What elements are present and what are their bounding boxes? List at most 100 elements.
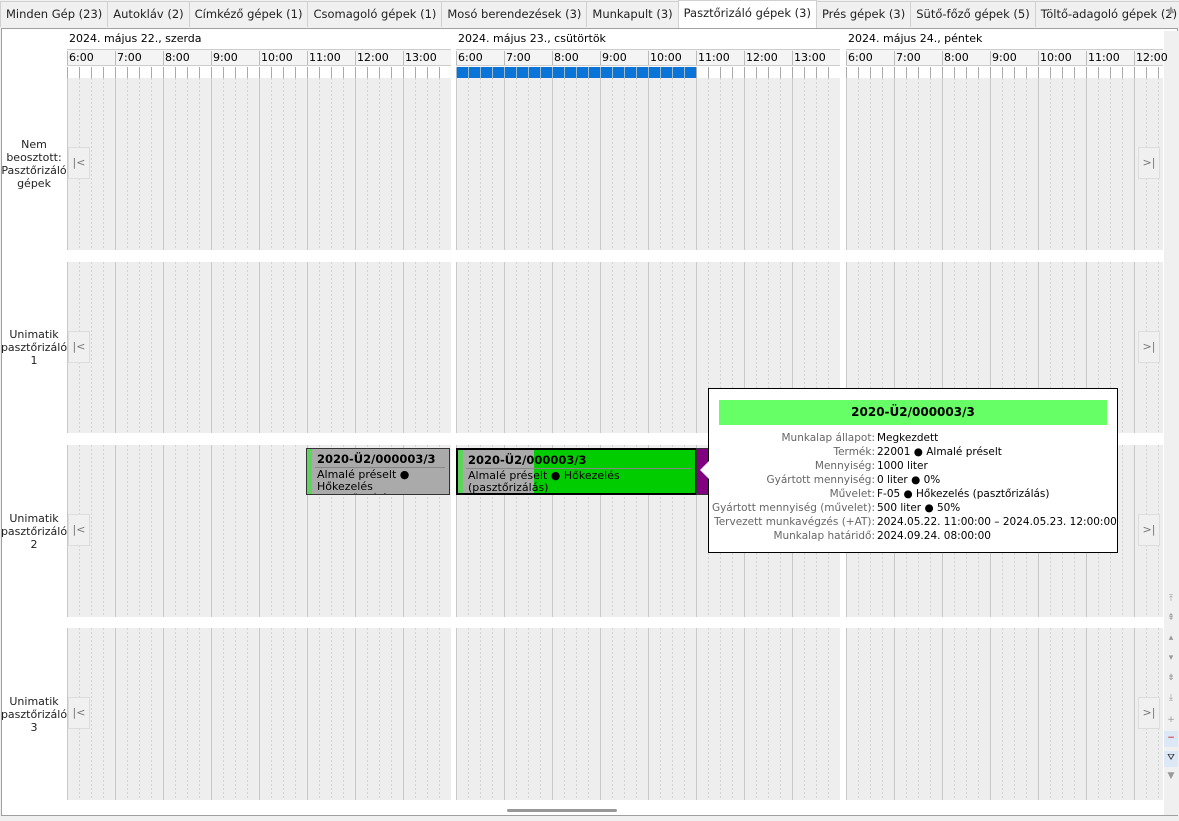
scroll-control-icon[interactable]: + [1164,713,1178,729]
hour-ruler: 6:00 7:00 8:00 9:00 10:00 11:00 12:00 13:00 [456,49,840,66]
day-lane[interactable] [846,78,1163,250]
day-date: 2024. május 23., csütörtök [458,32,606,45]
scroll-control-icon[interactable]: ▴ [1164,631,1178,647]
tooltip-row: Gyártott mennyiség (művelet): 500 liter ●… [709,501,1119,515]
task-description: Almalé préselt ● Hőkezelés (pasztőrizálá… [317,468,410,495]
resource-label: Unimatik pasztőrizáló 3 [0,694,68,734]
resource-row: Nem beosztott: Pasztőrizáló gépek |< >| [1,78,1163,250]
hour-label: 11:00 [1086,51,1120,65]
scroll-control-icon[interactable]: ⤒ [1164,592,1178,608]
tooltip-value: 2024.09.24. 08:00:00 [877,530,991,542]
tab-5[interactable]: Munkapult (3) [586,1,679,27]
tooltip-row: Munkalap állapot: Megkezdett [709,431,1119,445]
day-date: 2024. május 22., szerda [69,32,202,45]
day-lane[interactable] [67,262,451,433]
task-block[interactable]: 2020-Ü2/000003/3 Almalé préselt ● Hőkezel… [306,448,450,495]
hour-label: 7:00 [894,51,921,65]
task-block[interactable]: 2020-Ü2/000003/3 Almalé préselt ● Hőkezel… [456,448,697,495]
scroll-control-icon[interactable]: ▼ [1164,769,1178,785]
hour-label: 10:00 [1038,51,1072,65]
tooltip-key: Gyártott mennyiség: [766,474,875,486]
tooltip-row: Tervezett munkavégzés (+AT): 2024.05.22. … [709,515,1119,529]
tooltip-pointer [700,461,709,479]
tooltip-key: Tervezett munkavégzés (+AT): [714,516,875,528]
scroll-control-icon[interactable]: ⇟ [1164,671,1178,687]
tab-2[interactable]: Címkéző gépek (1) [188,1,309,27]
scroll-control-icon[interactable]: − [1164,731,1178,747]
tooltip-row: Mennyiség: 1000 liter [709,459,1119,473]
tooltip-key: Művelet: [829,488,875,500]
tooltip-key: Gyártott mennyiség (művelet): [711,502,875,514]
tooltip-value: 0 liter ● 0% [877,474,941,486]
hour-label: 11:00 [696,51,730,65]
tooltip-value: 1000 liter [877,460,928,472]
tooltip-key: Mennyiség: [814,460,875,472]
hour-label: 12:00 [1134,51,1168,65]
scroll-next-button[interactable]: >| [1138,697,1160,729]
resource-label: Unimatik pasztőrizáló 2 [0,511,68,551]
tooltip-title: 2020-Ü2/000003/3 [719,400,1107,425]
tooltip-key: Munkalap határidő: [773,530,875,542]
task-status-strip [307,449,312,494]
scroll-prev-button[interactable]: |< [68,697,90,729]
tooltip-value: 2024.05.22. 11:00:00 – 2024.05.23. 12:00… [877,516,1117,528]
hour-label: 7:00 [115,51,142,65]
tooltip-value: Megkezdett [877,432,939,444]
hour-label: 10:00 [648,51,682,65]
scroll-control-icon[interactable]: ▾ [1164,651,1178,667]
tab-7[interactable]: Prés gépek (3) [815,1,912,27]
hour-label: 12:00 [355,51,389,65]
tab-0[interactable]: Minden Gép (23) [0,1,109,27]
scroll-prev-button[interactable]: |< [68,330,90,363]
tab-8[interactable]: Sütő-főző gépek (5) [910,1,1036,27]
tooltip-value: F-05 ● Hőkezelés (pasztőrizálás) [877,488,1050,500]
hour-label: 11:00 [307,51,341,65]
resource-label: Nem beosztott: Pasztőrizáló gépek [1,138,67,190]
scroll-prev-button[interactable]: |< [68,147,90,179]
scroll-control-icon[interactable]: ⇞ [1164,611,1178,627]
scroll-control-icon[interactable]: ⛛ [1164,751,1178,767]
day-lane[interactable] [456,628,840,800]
tab-6[interactable]: Pasztőrizáló gépek (3) [677,0,817,28]
horizontal-scrollbar[interactable] [507,809,617,812]
tooltip-key: Munkalap állapot: [781,432,875,444]
hour-label: 13:00 [792,51,826,65]
hour-label: 8:00 [942,51,969,65]
scroll-control-icon[interactable]: ⤓ [1164,691,1178,707]
day-date: 2024. május 24., péntek [848,32,983,45]
hour-label: 8:00 [163,51,190,65]
hour-label: 6:00 [67,51,94,65]
scroll-next-button[interactable]: >| [1138,330,1160,363]
tab-4[interactable]: Mosó berendezések (3) [441,1,588,27]
day-lane[interactable] [456,78,840,250]
tab-3[interactable]: Csomagoló gépek (1) [307,1,443,27]
row-separator [2,250,1162,262]
hour-label: 8:00 [552,51,579,65]
vertical-scrollbar[interactable]: ▲ ⤒ ⇞ ▴ ▾ ⇟ ⤓ + − ⛛ ▼ [1164,5,1178,815]
task-description: Almalé préselt ● Hőkezelés (pasztőrizálá… [468,469,620,494]
day-lane[interactable] [67,78,451,250]
tab-9[interactable]: Töltő-adagoló gépek (2) [1034,1,1179,27]
hour-label: 13:00 [403,51,437,65]
day-lane[interactable] [67,628,451,800]
tooltip-value: 500 liter ● 50% [877,502,961,514]
scroll-prev-button[interactable]: |< [68,514,90,546]
scroll-control-icon[interactable]: ▲ [1164,3,1178,19]
hour-label: 10:00 [259,51,293,65]
hour-ruler: 6:00 7:00 8:00 9:00 10:00 11:00 12:00 13:00 [67,49,451,66]
hour-label: 12:00 [744,51,778,65]
hour-label: 9:00 [990,51,1017,65]
tooltip-value: 22001 ● Almalé préselt [877,446,1002,458]
scroll-next-button[interactable]: >| [1138,147,1160,179]
hour-label: 9:00 [600,51,627,65]
resource-label: Unimatik pasztőrizáló 1 [0,328,68,367]
task-status-strip [458,450,463,493]
resource-row: Unimatik pasztőrizáló 3 |< >| [0,628,1163,800]
task-tooltip: 2020-Ü2/000003/3 Munkalap állapot: Megkezd… [700,388,1119,553]
hour-label: 6:00 [846,51,873,65]
machine-group-tabs: Minden Gép (23) Autokláv (2) Címkéző gépek… [0,0,1179,28]
scroll-next-button[interactable]: >| [1138,514,1160,546]
day-lane[interactable] [846,628,1163,800]
tab-1[interactable]: Autokláv (2) [107,1,190,27]
task-title: 2020-Ü2/000003/3 [317,452,436,466]
